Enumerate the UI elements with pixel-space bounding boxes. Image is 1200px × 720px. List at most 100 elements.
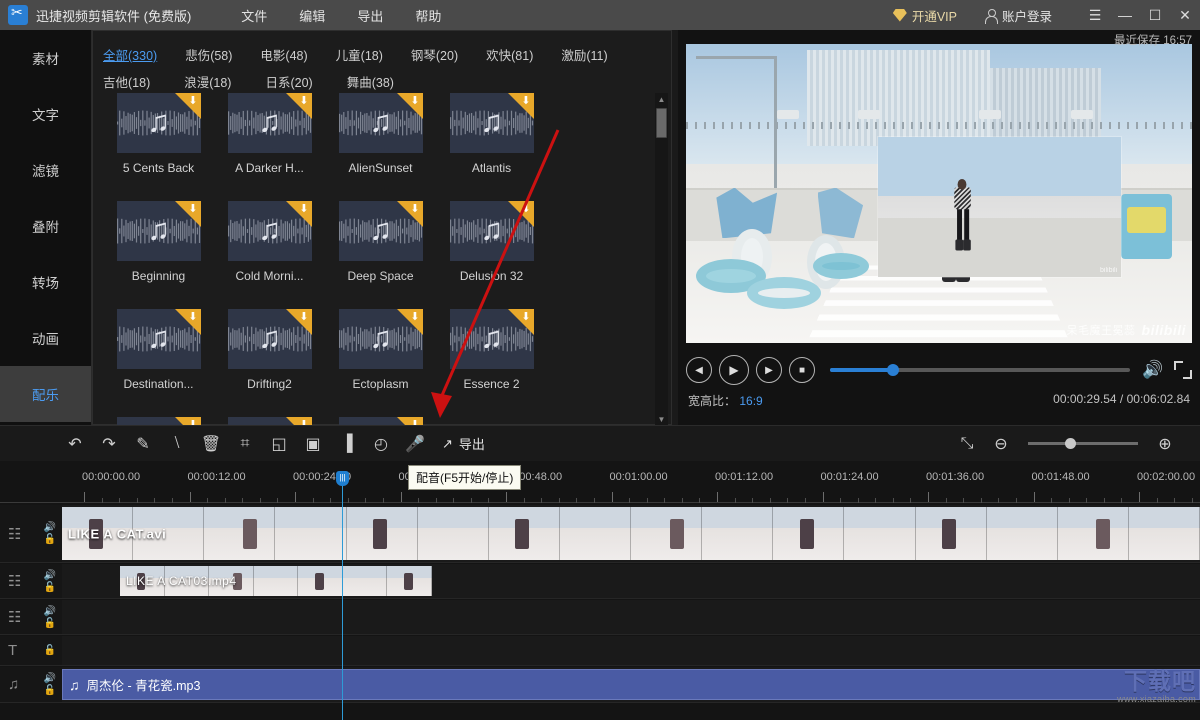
- crop-icon[interactable]: ⌗: [228, 427, 262, 461]
- edit-icon[interactable]: ✎: [126, 427, 160, 461]
- category-happy[interactable]: 欢快(81): [486, 41, 533, 68]
- redo-icon[interactable]: ↷: [92, 427, 126, 461]
- zoom-out-icon[interactable]: ⊖: [984, 427, 1018, 461]
- sidebar-item-animation[interactable]: 动画: [0, 310, 91, 366]
- video-clip[interactable]: LIKE A CAT.avi: [62, 507, 1200, 560]
- sidebar-item-transition[interactable]: 转场: [0, 254, 91, 310]
- zoom-in-icon[interactable]: ⊕: [1148, 427, 1182, 461]
- seek-handle[interactable]: [887, 364, 899, 376]
- audio-levels-icon[interactable]: ▐: [330, 427, 364, 461]
- category-all[interactable]: 全部(330): [103, 41, 157, 68]
- music-item[interactable]: ♫⬇Deep Space: [325, 201, 436, 309]
- track-lock-icon[interactable]: 🔓: [44, 534, 56, 545]
- download-arrow-icon[interactable]: ⬇: [299, 310, 308, 323]
- close-icon[interactable]: ✕: [1170, 0, 1200, 30]
- track-mute-icon[interactable]: 🔊: [44, 570, 56, 581]
- music-item[interactable]: ♫⬇Drifting2: [214, 309, 325, 417]
- previous-frame-button[interactable]: ◀: [686, 357, 712, 383]
- download-arrow-icon[interactable]: ⬇: [410, 202, 419, 215]
- download-arrow-icon[interactable]: ⬇: [521, 202, 530, 215]
- track-header[interactable]: ☷🔊🔓: [0, 600, 62, 634]
- music-thumbnail[interactable]: ♫⬇: [228, 201, 312, 261]
- duration-icon[interactable]: ◴: [364, 427, 398, 461]
- menu-help[interactable]: 帮助: [401, 2, 455, 29]
- music-thumbnail[interactable]: ♫⬇: [339, 93, 423, 153]
- video-preview[interactable]: bilibili 呆毛魔王冕蕊 bilibili: [686, 44, 1192, 343]
- track-body[interactable]: [62, 600, 1200, 634]
- music-thumbnail[interactable]: ♫⬇: [228, 309, 312, 369]
- track-header[interactable]: ☷🔊🔓: [0, 564, 62, 598]
- download-arrow-icon[interactable]: ⬇: [410, 310, 419, 323]
- playhead[interactable]: |||: [342, 471, 343, 720]
- zoom-slider-handle[interactable]: [1065, 438, 1076, 449]
- track-header[interactable]: T🔓: [0, 636, 62, 665]
- split-icon[interactable]: ⧵: [160, 427, 194, 461]
- download-arrow-icon[interactable]: ⬇: [521, 94, 530, 107]
- sidebar-item-media[interactable]: 素材: [0, 30, 91, 86]
- track-body[interactable]: LIKE A CAT03.mp4: [62, 564, 1200, 598]
- music-item[interactable]: ♫⬇Delusion 32: [436, 201, 547, 309]
- track-lock-icon[interactable]: 🔓: [44, 582, 56, 593]
- volume-icon[interactable]: 🔊: [1142, 360, 1164, 380]
- track-lock-icon[interactable]: 🔓: [44, 645, 56, 656]
- music-item[interactable]: ♫⬇5 Cents Back: [103, 93, 214, 201]
- music-thumbnail[interactable]: ♫⬇: [117, 93, 201, 153]
- open-vip-button[interactable]: 开通VIP: [885, 6, 965, 25]
- track-mute-icon[interactable]: 🔊: [44, 673, 56, 684]
- aspect-ratio-value[interactable]: 16:9: [739, 394, 762, 408]
- music-thumbnail[interactable]: ♫⬇: [228, 93, 312, 153]
- playhead-handle[interactable]: |||: [336, 471, 349, 486]
- fit-timeline-icon[interactable]: ⤡: [950, 427, 984, 461]
- hamburger-menu-icon[interactable]: ☰: [1080, 0, 1110, 30]
- music-thumbnail[interactable]: ♫⬇: [117, 201, 201, 261]
- next-frame-button[interactable]: ▶: [756, 357, 782, 383]
- track-header[interactable]: ♫🔊🔓: [0, 667, 62, 702]
- zoom-slider[interactable]: [1028, 442, 1138, 445]
- voiceover-mic-icon[interactable]: 🎤: [398, 427, 432, 461]
- sidebar-item-overlay[interactable]: 叠附: [0, 198, 91, 254]
- music-thumbnail[interactable]: ♫⬇: [339, 309, 423, 369]
- category-romantic[interactable]: 浪漫(18): [184, 68, 231, 95]
- track-lock-icon[interactable]: 🔓: [44, 685, 56, 696]
- menu-edit[interactable]: 编辑: [285, 2, 339, 29]
- music-item[interactable]: ♫⬇Beginning: [103, 201, 214, 309]
- audio-clip[interactable]: ♫周杰伦 - 青花瓷.mp3: [62, 669, 1200, 700]
- sidebar-item-text[interactable]: 文字: [0, 86, 91, 142]
- category-piano[interactable]: 钢琴(20): [411, 41, 458, 68]
- menu-file[interactable]: 文件: [227, 2, 281, 29]
- rotate-icon[interactable]: ◱: [262, 427, 296, 461]
- music-item[interactable]: ♫⬇AlienSunset: [325, 93, 436, 201]
- music-thumbnail[interactable]: ♫⬇: [450, 309, 534, 369]
- music-thumbnail[interactable]: ♫⬇: [339, 201, 423, 261]
- music-item[interactable]: ♫⬇Ectoplasm: [325, 309, 436, 417]
- export-button[interactable]: ↗ 导出: [442, 434, 485, 453]
- minimize-icon[interactable]: —: [1110, 0, 1140, 30]
- music-scrollbar[interactable]: ▲ ▼: [655, 93, 668, 426]
- undo-icon[interactable]: ↶: [58, 427, 92, 461]
- menu-export[interactable]: 导出: [343, 2, 397, 29]
- account-login-button[interactable]: 账户登录: [975, 6, 1062, 25]
- maximize-icon[interactable]: ☐: [1140, 0, 1170, 30]
- download-arrow-icon[interactable]: ⬇: [299, 94, 308, 107]
- preview-pip-overlay[interactable]: bilibili: [878, 137, 1121, 278]
- music-thumbnail[interactable]: ♫⬇: [450, 93, 534, 153]
- video-clip[interactable]: LIKE A CAT03.mp4: [120, 566, 432, 596]
- music-item[interactable]: ♫⬇Essence 2: [436, 309, 547, 417]
- track-mute-icon[interactable]: 🔊: [44, 606, 56, 617]
- sidebar-item-music[interactable]: 配乐: [0, 366, 91, 422]
- music-item[interactable]: ♫⬇Destination...: [103, 309, 214, 417]
- stop-button[interactable]: ■: [789, 357, 815, 383]
- download-arrow-icon[interactable]: ⬇: [188, 202, 197, 215]
- delete-icon[interactable]: 🗑: [194, 427, 228, 461]
- download-arrow-icon[interactable]: ⬇: [521, 310, 530, 323]
- track-body[interactable]: LIKE A CAT.avi: [62, 505, 1200, 562]
- music-thumbnail[interactable]: ♫⬇: [450, 201, 534, 261]
- track-header[interactable]: ☷🔊🔓: [0, 505, 62, 562]
- seek-bar[interactable]: [830, 368, 1130, 372]
- category-inspiring[interactable]: 激励(11): [561, 41, 607, 68]
- fullscreen-icon[interactable]: [1174, 361, 1192, 379]
- track-body[interactable]: ♫周杰伦 - 青花瓷.mp3: [62, 667, 1200, 702]
- category-sad[interactable]: 悲伤(58): [185, 41, 232, 68]
- sidebar-item-filter[interactable]: 滤镜: [0, 142, 91, 198]
- track-lock-icon[interactable]: 🔓: [44, 618, 56, 629]
